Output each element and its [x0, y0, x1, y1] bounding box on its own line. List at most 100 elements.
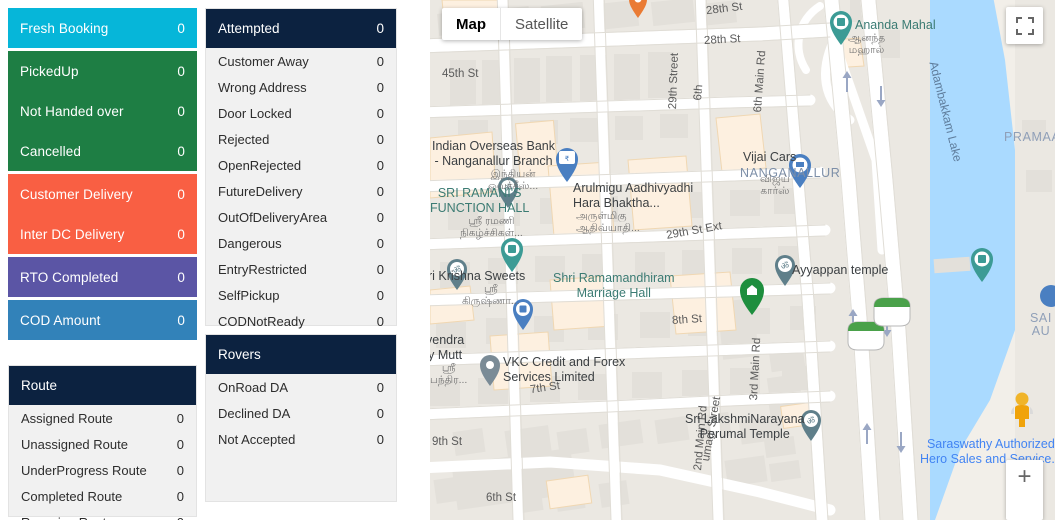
attempted-row-value: 0	[376, 53, 384, 69]
status-card-value: 0	[177, 63, 185, 79]
status-card-customer-delivery[interactable]: Customer Delivery 0	[8, 174, 197, 214]
status-card-label: RTO Completed	[20, 269, 119, 285]
status-card-value: 0	[177, 143, 185, 159]
delivery-group: Customer Delivery 0 Inter DC Delivery 0	[8, 174, 197, 254]
route-row-value: 0	[177, 515, 184, 520]
rovers-panel: Rovers OnRoad DA 0 Declined DA 0 Not Accepte…	[205, 334, 397, 502]
dashboard-root: Fresh Booking 0 PickedUp 0 Not Handed over 0 C…	[0, 0, 1055, 520]
route-row-label: UnderProgress Route	[21, 462, 147, 478]
rovers-row[interactable]: Not Accepted 0	[206, 426, 396, 452]
route-row[interactable]: Reassign Route 0	[9, 509, 196, 520]
attempted-row-label: Door Locked	[218, 105, 292, 121]
attempted-row-label: OutOfDeliveryArea	[218, 209, 328, 225]
attempted-row[interactable]: OpenRejected 0	[206, 152, 396, 178]
attempted-row-value: 0	[376, 313, 384, 329]
rovers-row[interactable]: OnRoad DA 0	[206, 374, 396, 400]
status-card-value: 0	[177, 226, 185, 242]
stats-column-left: Fresh Booking 0 PickedUp 0 Not Handed over 0 C…	[0, 0, 205, 520]
status-card-cod-amount[interactable]: COD Amount 0	[8, 300, 197, 340]
status-card-label: Customer Delivery	[20, 186, 133, 202]
zoom-in-button[interactable]: +	[1017, 465, 1031, 489]
route-row-value: 0	[176, 410, 184, 426]
attempted-row-value: 0	[376, 261, 384, 277]
rovers-row-label: Not Accepted	[218, 431, 296, 447]
rovers-row-value: 0	[376, 405, 384, 421]
route-row-label: Assigned Route	[21, 410, 113, 426]
route-row[interactable]: Unassigned Route 0	[9, 431, 196, 457]
attempted-row-label: Wrong Address	[218, 79, 307, 95]
map-type-satellite[interactable]: Satellite	[500, 8, 582, 40]
attempted-row[interactable]: EntryRestricted 0	[206, 256, 396, 282]
attempted-panel: Attempted 0 Customer Away 0 Wrong Address 0…	[205, 8, 397, 329]
attempted-row-value: 0	[376, 105, 384, 121]
route-row[interactable]: Assigned Route 0	[9, 405, 196, 431]
pickup-group: PickedUp 0 Not Handed over 0 Cancelled 0	[8, 51, 197, 171]
svg-text:ॐ: ॐ	[781, 261, 789, 271]
attempted-row-label: SelfPickup	[218, 287, 280, 303]
route-row-value: 0	[176, 436, 184, 452]
map-type-switch[interactable]: Map Satellite	[442, 8, 583, 40]
attempted-row[interactable]: Door Locked 0	[206, 100, 396, 126]
rovers-row-label: OnRoad DA	[218, 379, 289, 395]
svg-text:ॐ: ॐ	[453, 265, 461, 275]
map-view[interactable]: ₹ ॐ ॐ ॐ ॐ 28th St 28th St 45th St 29th S…	[430, 0, 1055, 520]
street-view-pegman[interactable]	[1009, 391, 1035, 434]
attempted-row-value: 0	[376, 157, 384, 173]
attempted-row-label: Customer Away	[218, 53, 309, 69]
map-type-map[interactable]: Map	[442, 8, 500, 40]
attempted-row-value: 0	[376, 209, 384, 225]
route-row-label: Unassigned Route	[21, 436, 128, 452]
status-card-cancelled[interactable]: Cancelled 0	[8, 131, 197, 171]
attempted-row[interactable]: Rejected 0	[206, 126, 396, 152]
route-panel-header: Route	[9, 366, 196, 405]
status-card-value: 0	[177, 312, 185, 328]
attempted-row-value: 0	[376, 287, 384, 303]
route-row-value: 0	[176, 488, 184, 504]
status-card-rto-completed[interactable]: RTO Completed 0	[8, 257, 197, 297]
status-card-pickedup[interactable]: PickedUp 0	[8, 51, 197, 91]
rovers-panel-header: Rovers	[206, 335, 396, 374]
fullscreen-button[interactable]	[1006, 7, 1043, 44]
attempted-row[interactable]: OutOfDeliveryArea 0	[206, 204, 396, 230]
route-row-label: Completed Route	[21, 488, 123, 504]
attempted-row-label: Dangerous	[218, 235, 282, 251]
svg-text:₹: ₹	[565, 155, 570, 163]
route-row[interactable]: Completed Route 0	[9, 483, 196, 509]
status-card-fresh-booking[interactable]: Fresh Booking 0	[8, 8, 197, 48]
map-canvas: ₹ ॐ ॐ ॐ ॐ	[430, 0, 1055, 520]
zoom-controls[interactable]: +	[1006, 460, 1043, 520]
rovers-row-list: OnRoad DA 0 Declined DA 0 Not Accepted 0	[206, 374, 396, 452]
column-spacer	[8, 343, 197, 365]
status-card-label: Cancelled	[20, 143, 81, 159]
attempted-panel-header: Attempted 0	[206, 9, 396, 48]
attempted-panel-total: 0	[376, 21, 384, 36]
attempted-row[interactable]: Customer Away 0	[206, 48, 396, 74]
attempted-row[interactable]: FutureDelivery 0	[206, 178, 396, 204]
attempted-row-list: Customer Away 0 Wrong Address 0 Door Locked 0…	[206, 48, 396, 334]
attempted-row[interactable]: Dangerous 0	[206, 230, 396, 256]
rovers-panel-title: Rovers	[218, 347, 261, 362]
status-card-inter-dc-delivery[interactable]: Inter DC Delivery 0	[8, 214, 197, 254]
attempted-row[interactable]: Wrong Address 0	[206, 74, 396, 100]
status-card-label: COD Amount	[20, 312, 101, 328]
attempted-row-label: EntryRestricted	[218, 261, 307, 277]
fullscreen-icon	[1015, 16, 1034, 35]
route-row-value: 0	[176, 462, 184, 478]
attempted-row-label: Rejected	[218, 131, 270, 147]
rovers-row-label: Declined DA	[218, 405, 291, 421]
svg-text:ॐ: ॐ	[807, 416, 815, 426]
attempted-row-value: 0	[376, 235, 384, 251]
cod-group: COD Amount 0	[8, 300, 197, 340]
status-card-value: 0	[177, 103, 185, 119]
attempted-row-label: OpenRejected	[218, 157, 302, 173]
status-card-not-handed-over[interactable]: Not Handed over 0	[8, 91, 197, 131]
status-card-group-list: Fresh Booking 0 PickedUp 0 Not Handed over 0 C…	[8, 8, 197, 340]
rovers-row-value: 0	[376, 431, 384, 447]
status-card-label: PickedUp	[20, 63, 79, 79]
attempted-panel-title: Attempted	[218, 21, 280, 36]
attempted-row[interactable]: SelfPickup 0	[206, 282, 396, 308]
rovers-row[interactable]: Declined DA 0	[206, 400, 396, 426]
rovers-row-value: 0	[376, 379, 384, 395]
route-row[interactable]: UnderProgress Route 0	[9, 457, 196, 483]
street-view-pegman-icon	[1011, 392, 1033, 427]
